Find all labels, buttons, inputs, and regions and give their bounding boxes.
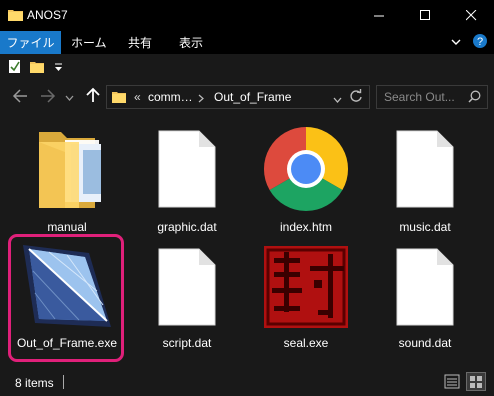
recent-locations-icon[interactable] — [65, 91, 74, 105]
up-arrow-icon[interactable] — [86, 87, 100, 106]
properties-icon[interactable] — [8, 59, 22, 77]
breadcrumb-segment[interactable]: Out_of_Frame — [214, 90, 291, 104]
document-icon — [134, 238, 240, 336]
ribbon-controls: ? — [450, 33, 488, 52]
chevron-right-icon[interactable] — [198, 92, 204, 106]
help-icon[interactable]: ? — [472, 33, 488, 52]
seal-icon — [253, 238, 359, 336]
back-arrow-icon[interactable] — [12, 89, 28, 106]
new-folder-icon[interactable] — [30, 60, 44, 76]
file-item-index[interactable]: index.htm — [253, 120, 359, 236]
minimize-button[interactable] — [356, 0, 402, 31]
tab-share[interactable]: 共有 — [128, 31, 152, 54]
file-name: music.dat — [399, 220, 451, 234]
file-item-music[interactable]: music.dat — [372, 120, 478, 236]
folder-icon — [14, 120, 120, 218]
file-name: seal.exe — [283, 336, 329, 350]
chrome-icon — [253, 120, 359, 218]
folder-icon — [8, 8, 23, 24]
item-count: 8 items — [15, 376, 54, 390]
selection-highlight — [8, 234, 124, 362]
file-item-seal[interactable]: seal.exe — [253, 238, 359, 354]
search-icon[interactable] — [468, 90, 481, 106]
file-item-graphic[interactable]: graphic.dat — [134, 120, 240, 236]
maximize-button[interactable] — [402, 0, 448, 31]
tab-file[interactable]: ファイル — [0, 31, 61, 54]
expand-ribbon-icon[interactable] — [450, 36, 462, 50]
file-name: sound.dat — [398, 336, 452, 350]
tab-home[interactable]: ホーム — [71, 31, 107, 54]
details-view-icon[interactable] — [444, 374, 460, 392]
address-bar[interactable]: « comm… Out_of_Frame — [106, 85, 370, 109]
folder-icon — [112, 90, 126, 106]
document-icon — [372, 120, 478, 218]
customize-toolbar-icon[interactable] — [54, 61, 63, 75]
large-icons-view-icon[interactable] — [466, 372, 486, 391]
address-overflow[interactable]: « — [134, 90, 141, 104]
file-name: graphic.dat — [157, 220, 217, 234]
file-item-manual[interactable]: manual — [14, 120, 120, 236]
document-icon — [134, 120, 240, 218]
file-item-script[interactable]: script.dat — [134, 238, 240, 354]
search-box[interactable]: Search Out... — [376, 85, 488, 109]
document-icon — [372, 238, 478, 336]
file-name: manual — [47, 220, 87, 234]
tab-view[interactable]: 表示 — [179, 31, 203, 54]
status-divider — [63, 375, 64, 389]
file-name: script.dat — [162, 336, 212, 350]
quick-access-toolbar — [0, 54, 494, 80]
status-bar — [0, 368, 494, 396]
svg-text:?: ? — [477, 36, 483, 48]
close-button[interactable] — [448, 0, 494, 31]
search-input[interactable]: Search Out... — [384, 90, 455, 104]
breadcrumb-segment[interactable]: comm… — [148, 90, 193, 104]
refresh-icon[interactable] — [349, 89, 363, 106]
address-dropdown-icon[interactable] — [333, 93, 342, 107]
forward-arrow-icon[interactable] — [40, 89, 56, 106]
window-title: ANOS7 — [27, 8, 68, 22]
file-name: index.htm — [279, 220, 333, 234]
file-item-sound[interactable]: sound.dat — [372, 238, 478, 354]
